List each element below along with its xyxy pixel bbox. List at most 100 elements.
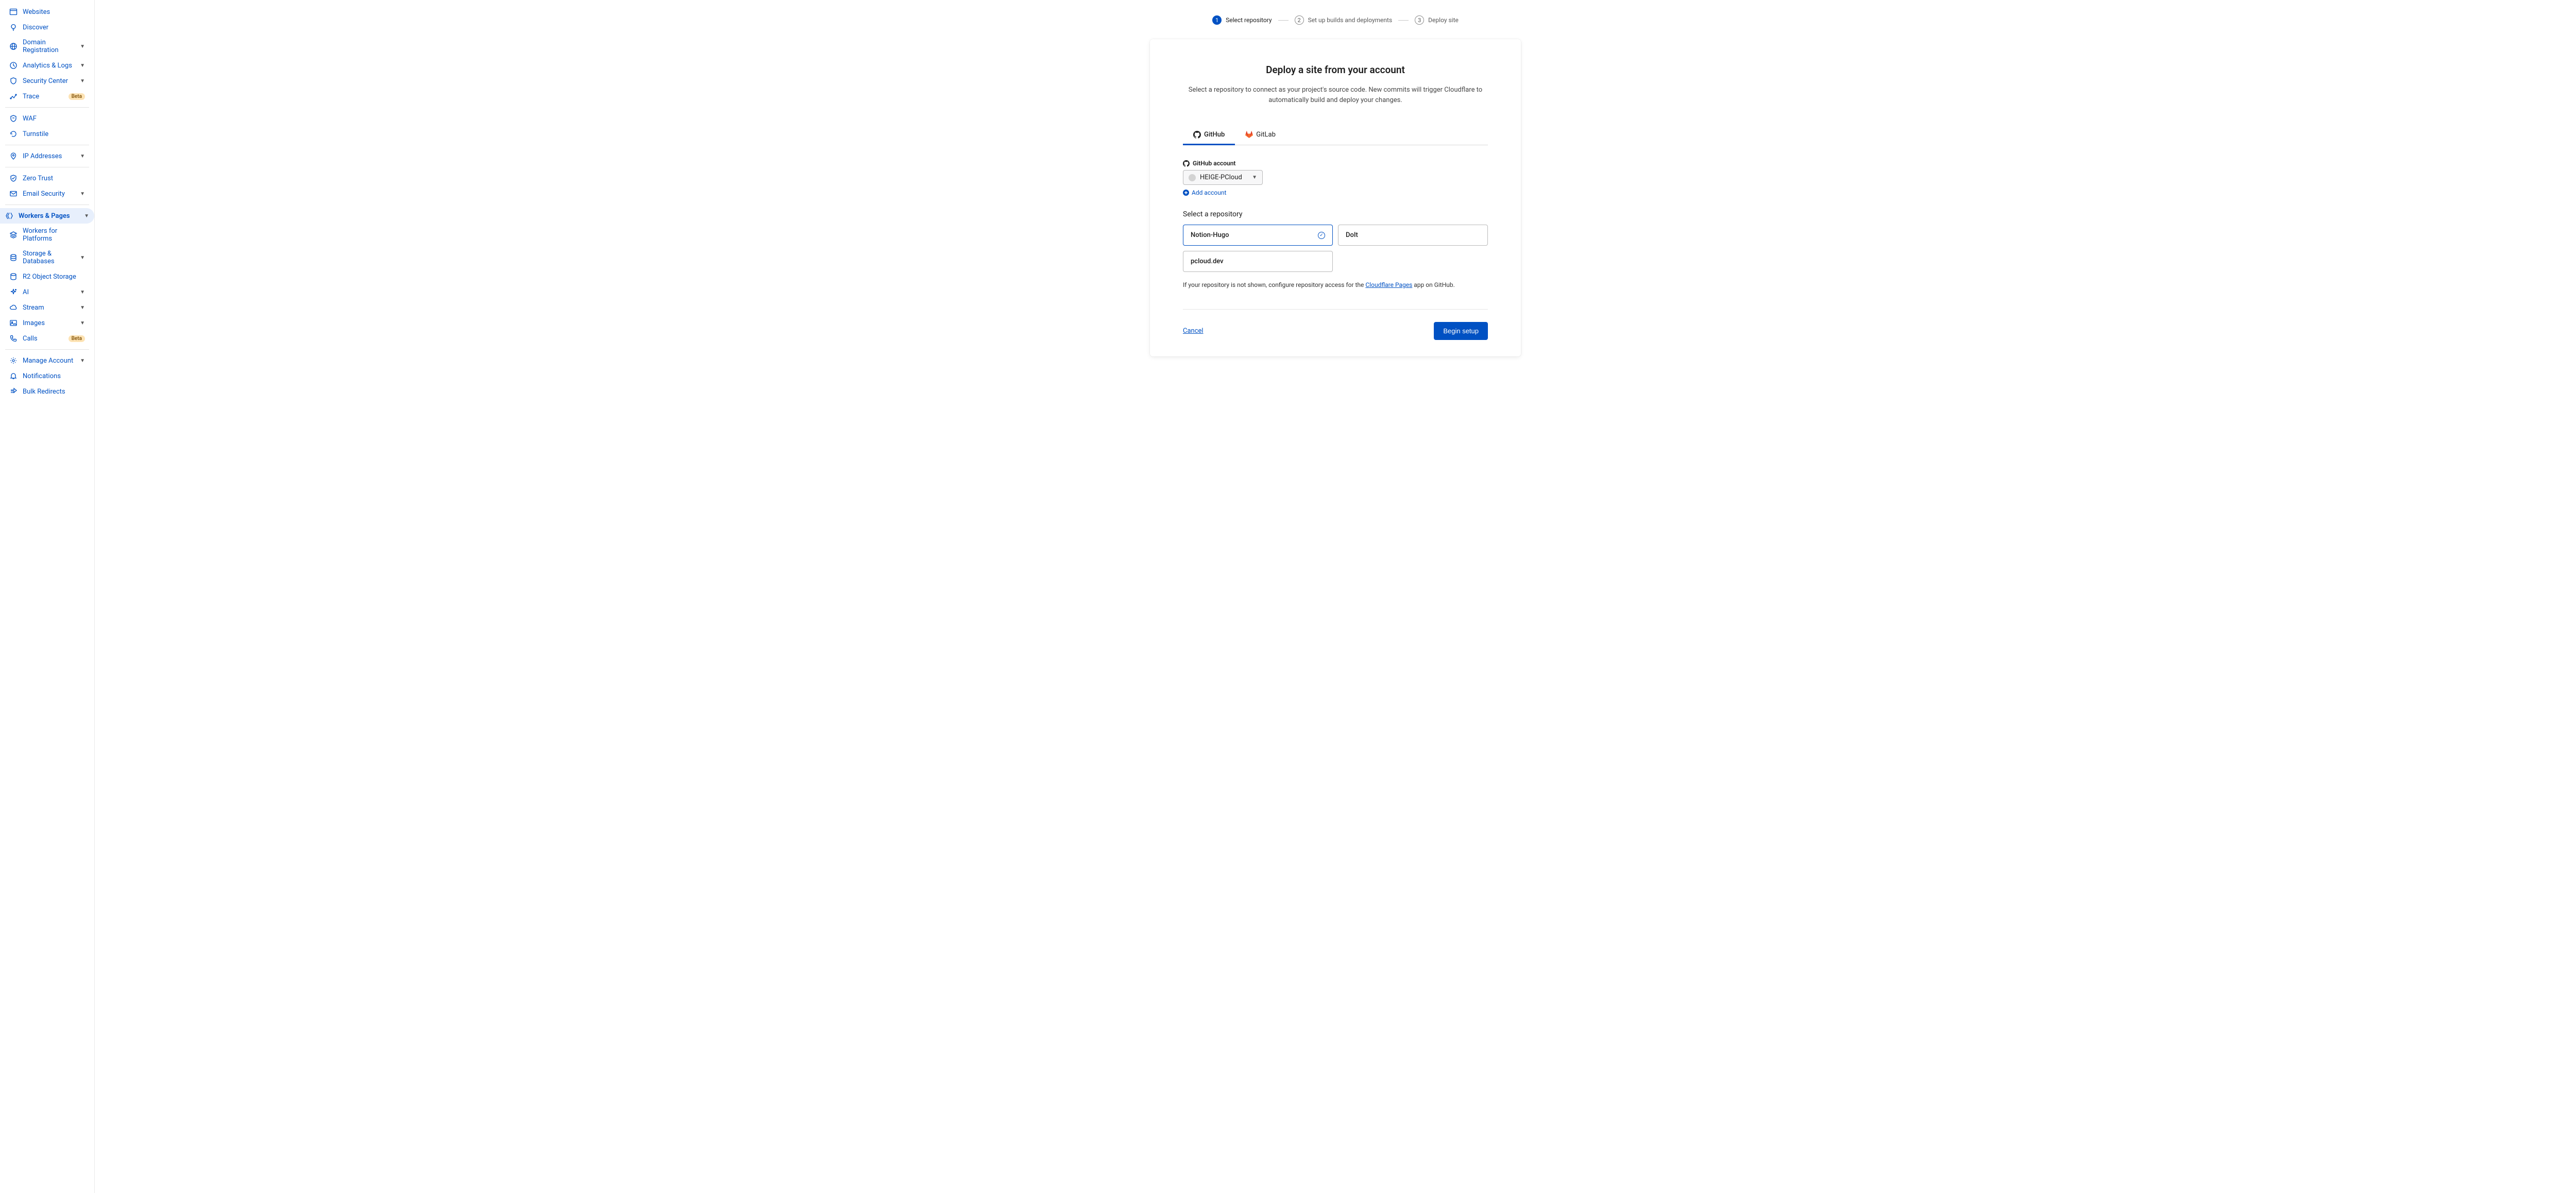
github-account-select[interactable]: HEIGE-PCloud ▼ <box>1183 170 1263 185</box>
account-value: HEIGE-PCloud <box>1200 174 1242 181</box>
divider <box>1183 309 1488 310</box>
step-number: 2 <box>1295 15 1304 25</box>
stack-icon <box>9 231 18 239</box>
sidebar-item-email-security[interactable]: Email Security ▼ <box>4 186 90 201</box>
provider-tabs: GitHub GitLab <box>1183 126 1488 145</box>
step-label: Select repository <box>1226 16 1272 24</box>
step-number: 3 <box>1415 15 1424 25</box>
main-content: 1 Select repository 2 Set up builds and … <box>95 0 2576 1193</box>
workers-icon <box>5 212 13 220</box>
chevron-down-icon: ▼ <box>80 305 85 311</box>
sidebar-item-stream[interactable]: Stream ▼ <box>4 300 90 315</box>
sidebar-item-images[interactable]: Images ▼ <box>4 315 90 331</box>
repository-hint: If your repository is not shown, configu… <box>1183 281 1488 288</box>
browser-icon <box>9 8 18 16</box>
sidebar-item-bulk-redirects[interactable]: Bulk Redirects <box>4 384 90 399</box>
cloudflare-pages-link[interactable]: Cloudflare Pages <box>1365 281 1412 288</box>
chevron-down-icon: ▼ <box>80 320 85 326</box>
sidebar-item-security-center[interactable]: Security Center ▼ <box>4 73 90 89</box>
sidebar-item-turnstile[interactable]: Turnstile <box>4 126 90 142</box>
repo-card[interactable]: DoIt <box>1338 225 1488 246</box>
sidebar-item-r2[interactable]: R2 Object Storage <box>4 269 90 284</box>
step-separator <box>1398 20 1409 21</box>
beta-badge: Beta <box>69 335 85 342</box>
chevron-down-icon: ▼ <box>80 63 85 69</box>
trace-icon <box>9 92 18 100</box>
select-repository-label: Select a repository <box>1183 210 1488 218</box>
image-icon <box>9 319 18 327</box>
repo-card[interactable]: Notion-Hugo ✓ <box>1183 225 1333 246</box>
sidebar-item-calls[interactable]: Calls Beta <box>4 331 90 346</box>
sidebar-item-workers-pages[interactable]: Workers & Pages ▼ <box>0 208 94 224</box>
card-actions: Cancel Begin setup <box>1183 322 1488 340</box>
beta-badge: Beta <box>69 93 85 100</box>
zerotrust-icon <box>9 174 18 182</box>
clock-icon <box>9 61 18 70</box>
sidebar-item-analytics[interactable]: Analytics & Logs ▼ <box>4 58 90 73</box>
deploy-card: Deploy a site from your account Select a… <box>1150 39 1521 356</box>
sidebar-item-storage-databases[interactable]: Storage & Databases ▼ <box>4 246 90 269</box>
bell-icon <box>9 372 18 380</box>
chevron-down-icon: ▼ <box>80 44 85 49</box>
sidebar-item-websites[interactable]: Websites <box>4 4 90 20</box>
card-title: Deploy a site from your account <box>1183 64 1488 76</box>
card-subtitle: Select a repository to connect as your p… <box>1183 85 1488 105</box>
repo-name: Notion-Hugo <box>1191 231 1229 239</box>
sidebar-item-ai[interactable]: AI ▼ <box>4 284 90 300</box>
sidebar-item-ip-addresses[interactable]: IP Addresses ▼ <box>4 148 90 164</box>
sidebar-item-trace[interactable]: Trace Beta <box>4 89 90 104</box>
phone-icon <box>9 334 18 343</box>
shield-icon <box>9 77 18 85</box>
step-label: Set up builds and deployments <box>1308 16 1393 24</box>
cancel-link[interactable]: Cancel <box>1183 327 1204 335</box>
plus-circle-icon <box>1183 190 1189 196</box>
github-account-label: GitHub account <box>1183 160 1488 167</box>
redirect-icon <box>9 387 18 396</box>
tab-label: GitHub <box>1204 131 1225 139</box>
begin-setup-button[interactable]: Begin setup <box>1434 322 1488 340</box>
chevron-down-icon: ▼ <box>84 213 89 219</box>
r2-icon <box>9 272 18 281</box>
sidebar-item-waf[interactable]: WAF <box>4 111 90 126</box>
step-separator <box>1278 20 1289 21</box>
chevron-down-icon: ▼ <box>80 191 85 197</box>
waf-icon <box>9 114 18 123</box>
database-icon <box>9 253 18 262</box>
divider <box>5 204 89 205</box>
tab-github[interactable]: GitHub <box>1183 126 1235 145</box>
email-icon <box>9 190 18 198</box>
sidebar-item-manage-account[interactable]: Manage Account ▼ <box>4 353 90 368</box>
ai-icon <box>9 288 18 296</box>
gear-icon <box>9 356 18 365</box>
add-account-link[interactable]: Add account <box>1183 189 1226 196</box>
gitlab-icon <box>1245 131 1253 139</box>
sidebar-item-domain-registration[interactable]: Domain Registration ▼ <box>4 35 90 58</box>
chevron-down-icon: ▼ <box>1252 175 1257 180</box>
step-3[interactable]: 3 Deploy site <box>1415 15 1459 25</box>
check-circle-icon: ✓ <box>1318 232 1325 239</box>
turnstile-icon <box>9 130 18 138</box>
tab-gitlab[interactable]: GitLab <box>1235 126 1286 145</box>
stepper: 1 Select repository 2 Set up builds and … <box>1212 15 1459 25</box>
repo-name: DoIt <box>1346 231 1358 239</box>
step-2[interactable]: 2 Set up builds and deployments <box>1295 15 1393 25</box>
divider <box>5 107 89 108</box>
step-number: 1 <box>1212 15 1222 25</box>
sidebar-item-discover[interactable]: Discover <box>4 20 90 35</box>
chevron-down-icon: ▼ <box>80 289 85 295</box>
sidebar-item-workers-platforms[interactable]: Workers for Platforms <box>4 224 90 246</box>
step-1[interactable]: 1 Select repository <box>1212 15 1272 25</box>
sidebar: Websites Discover Domain Registration ▼ … <box>0 0 95 1193</box>
sidebar-item-zero-trust[interactable]: Zero Trust <box>4 171 90 186</box>
cloud-icon <box>9 303 18 312</box>
sidebar-item-notifications[interactable]: Notifications <box>4 368 90 384</box>
chevron-down-icon: ▼ <box>80 358 85 364</box>
chevron-down-icon: ▼ <box>80 154 85 159</box>
globe-icon <box>9 42 18 50</box>
repo-name: pcloud.dev <box>1191 258 1224 265</box>
repo-card[interactable]: pcloud.dev <box>1183 251 1333 272</box>
repository-grid: Notion-Hugo ✓ DoIt pcloud.dev <box>1183 225 1488 272</box>
pin-icon <box>9 152 18 160</box>
github-icon <box>1193 131 1201 139</box>
bulb-icon <box>9 23 18 31</box>
